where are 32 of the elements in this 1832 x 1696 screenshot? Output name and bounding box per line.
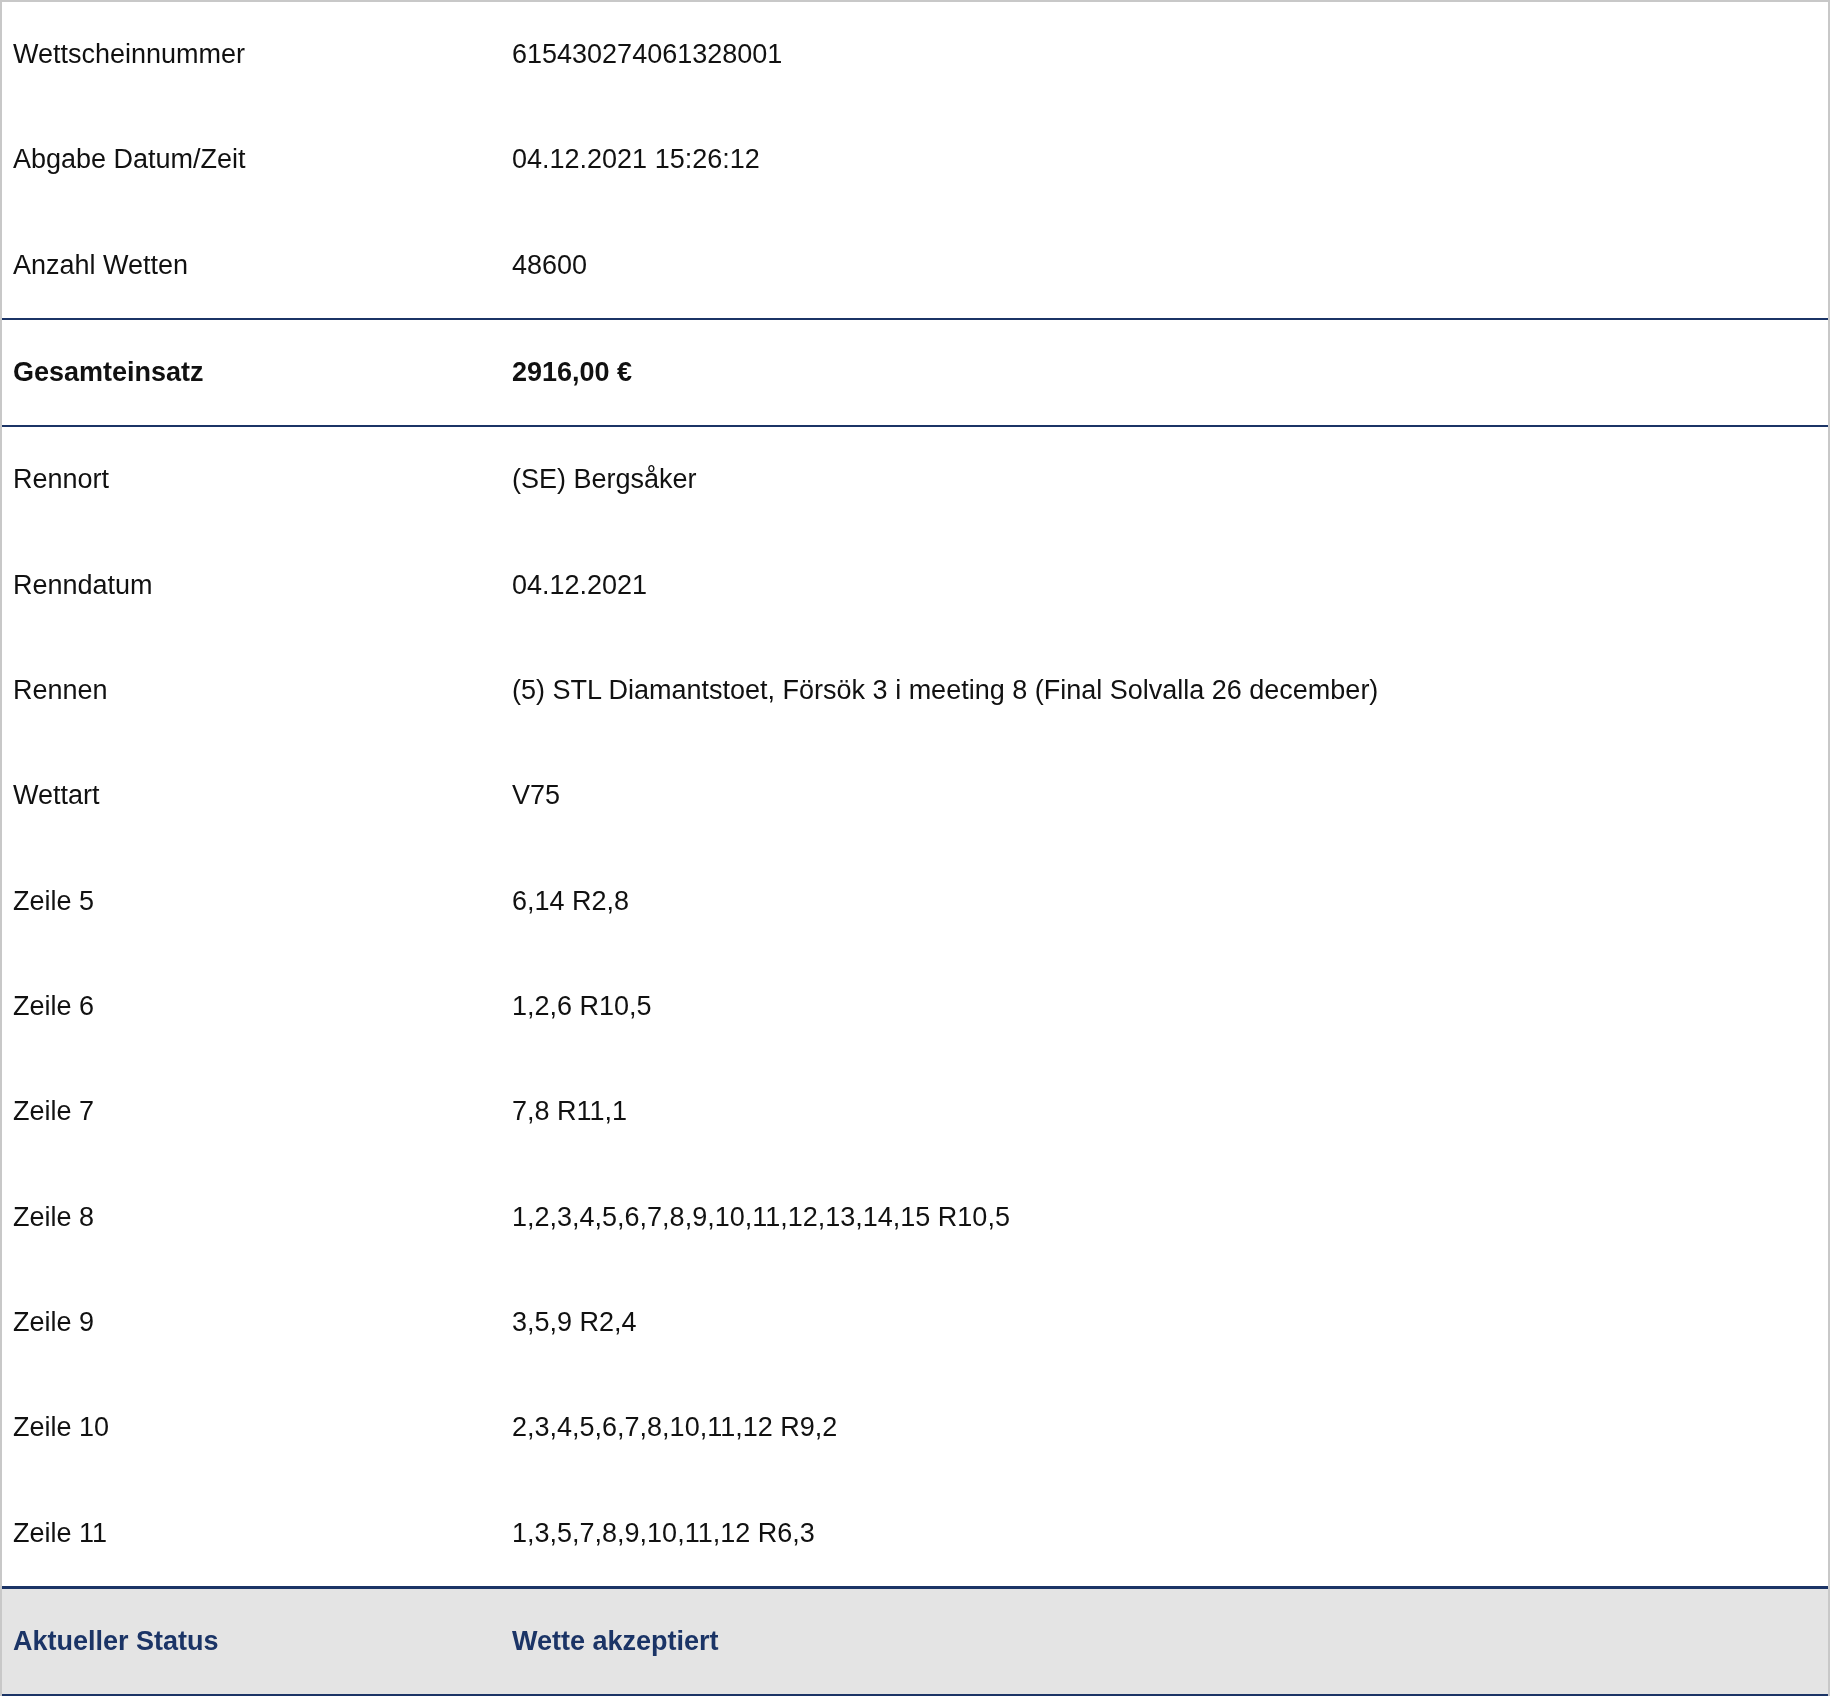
field-value: 615430274061328001 xyxy=(512,39,783,71)
field-label: Zeile 8 xyxy=(13,1201,96,1233)
field-label: Abgabe Datum/Zeit xyxy=(13,144,247,176)
field-label: Zeile 6 xyxy=(13,990,96,1022)
field-value: 1,3,5,7,8,9,10,11,12 R6,3 xyxy=(512,1517,815,1549)
field-value: 7,8 R11,1 xyxy=(512,1096,628,1128)
field-value: Wette akzeptiert xyxy=(512,1625,719,1657)
field-label: Zeile 5 xyxy=(13,885,96,917)
field-value: V75 xyxy=(512,780,561,812)
field-value: 1,2,6 R10,5 xyxy=(512,990,652,1022)
field-label: Rennen xyxy=(13,675,109,707)
field-label: Rennort xyxy=(13,464,111,496)
field-value: 04.12.2021 xyxy=(512,569,648,601)
field-value: 04.12.2021 15:26:12 xyxy=(512,144,760,176)
field-label: Wettscheinnummer xyxy=(13,39,247,71)
field-label: Gesamteinsatz xyxy=(13,357,205,389)
field-label: Zeile 9 xyxy=(13,1306,96,1338)
field-label: Aktueller Status xyxy=(13,1625,220,1657)
field-label: Renndatum xyxy=(13,569,154,601)
field-label: Zeile 10 xyxy=(13,1412,111,1444)
field-value: 3,5,9 R2,4 xyxy=(512,1306,637,1338)
field-value: 2,3,4,5,6,7,8,10,11,12 R9,2 xyxy=(512,1412,838,1444)
field-label: Zeile 7 xyxy=(13,1096,96,1128)
field-value: 1,2,3,4,5,6,7,8,9,10,11,12,13,14,15 R10,5 xyxy=(512,1201,1010,1233)
field-value: (5) STL Diamantstoet, Försök 3 i meeting 8 (Final Solvalla 26 december) xyxy=(512,675,1379,707)
field-value: 48600 xyxy=(512,249,588,281)
field-value: (SE) Bergsåker xyxy=(512,464,697,496)
field-label: Wettart xyxy=(13,780,101,812)
field-label: Zeile 11 xyxy=(13,1517,109,1549)
field-value: 2916,00 € xyxy=(512,357,633,389)
field-label: Anzahl Wetten xyxy=(13,249,190,281)
field-value: 6,14 R2,8 xyxy=(512,885,630,917)
